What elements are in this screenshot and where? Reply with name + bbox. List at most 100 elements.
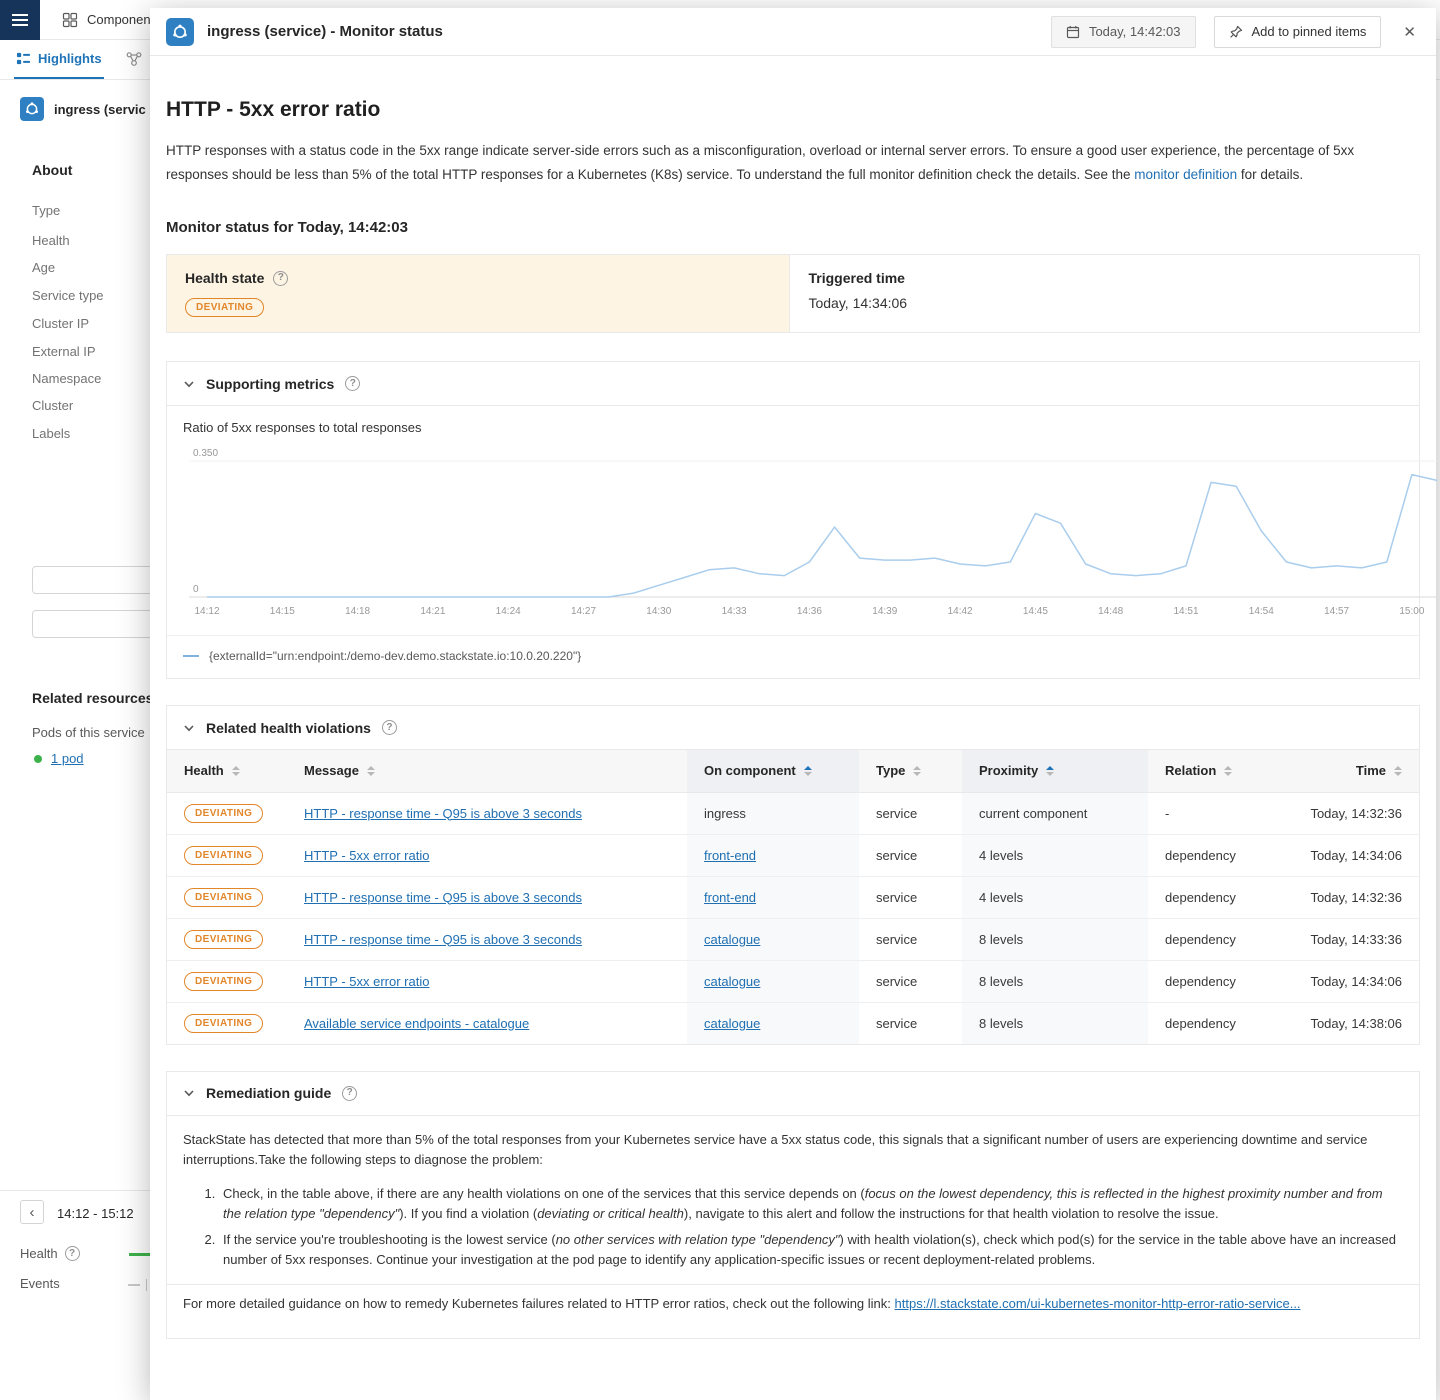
component-link[interactable]: catalogue — [704, 974, 760, 989]
column-header-message[interactable]: Message — [287, 750, 687, 792]
column-header-relation[interactable]: Relation — [1148, 750, 1266, 792]
metrics-line-chart: 0.350014:1214:1514:1814:2114:2414:2714:3… — [183, 445, 1437, 625]
svg-text:14:36: 14:36 — [797, 606, 822, 617]
health-cell: DEVIATING — [167, 918, 287, 960]
help-icon[interactable]: ? — [345, 376, 360, 391]
deviating-badge: DEVIATING — [184, 846, 263, 865]
column-header-type[interactable]: Type — [859, 750, 962, 792]
monitor-definition-link[interactable]: monitor definition — [1134, 167, 1237, 182]
chart-legend: {externalId="urn:endpoint:/demo-dev.demo… — [167, 635, 1419, 678]
related-violations-header[interactable]: Related health violations ? — [167, 706, 1419, 750]
component-title: ingress (servic — [54, 102, 146, 117]
component-link[interactable]: catalogue — [704, 932, 760, 947]
time-cell: Today, 14:34:06 — [1266, 960, 1419, 1002]
field-label-health: Health — [32, 233, 70, 248]
legend-line-swatch — [183, 655, 199, 657]
triggered-time-label: Triggered time — [808, 270, 907, 286]
component-cell: front-end — [687, 834, 859, 876]
tab-highlights[interactable]: Highlights — [14, 40, 104, 79]
table-header-row: Health Message On component Type Proximi… — [167, 750, 1419, 792]
time-cell: Today, 14:32:36 — [1266, 876, 1419, 918]
health-state-cell: Health state ? DEVIATING — [167, 255, 790, 332]
svg-text:14:15: 14:15 — [270, 606, 295, 617]
component-cell: catalogue — [687, 1002, 859, 1044]
chevron-down-icon — [183, 722, 195, 734]
remediation-doc-link[interactable]: https://l.stackstate.com/ui-kubernetes-m… — [895, 1296, 1301, 1311]
description-text-tail: for details. — [1237, 167, 1303, 182]
sort-icon — [1224, 766, 1232, 776]
violation-message-link[interactable]: HTTP - response time - Q95 is above 3 se… — [304, 890, 582, 905]
health-cell: DEVIATING — [167, 834, 287, 876]
remediation-step-2: If the service you're troubleshooting is… — [219, 1230, 1403, 1270]
remediation-steps: Check, in the table above, if there are … — [183, 1184, 1403, 1270]
column-header-time[interactable]: Time — [1266, 750, 1419, 792]
help-icon[interactable]: ? — [382, 720, 397, 735]
svg-text:0: 0 — [193, 584, 199, 595]
table-row: DEVIATING HTTP - response time - Q95 is … — [167, 918, 1419, 960]
remediation-section: Remediation guide ? StackState has detec… — [166, 1071, 1420, 1339]
modal-header: ingress (service) - Monitor status Today… — [150, 8, 1436, 56]
pod-link[interactable]: 1 pod — [51, 751, 84, 766]
remediation-header[interactable]: Remediation guide ? — [167, 1072, 1419, 1116]
column-header-proximity[interactable]: Proximity — [962, 750, 1148, 792]
table-row: DEVIATING HTTP - 5xx error ratio front-e… — [167, 834, 1419, 876]
svg-text:14:54: 14:54 — [1249, 606, 1274, 617]
violation-message-link[interactable]: HTTP - 5xx error ratio — [304, 848, 429, 863]
field-label-labels: Labels — [32, 426, 70, 441]
proximity-cell: 8 levels — [962, 960, 1148, 1002]
close-icon[interactable]: ✕ — [1399, 19, 1420, 45]
components-nav[interactable]: Components — [62, 12, 161, 28]
triggered-time-cell: Triggered time Today, 14:34:06 — [790, 255, 925, 332]
component-cell: catalogue — [687, 960, 859, 1002]
sort-icon — [1394, 766, 1402, 776]
violation-message-link[interactable]: Available service endpoints - catalogue — [304, 1016, 529, 1031]
svg-text:14:42: 14:42 — [948, 606, 973, 617]
triggered-time-value: Today, 14:34:06 — [808, 295, 907, 311]
supporting-metrics-header[interactable]: Supporting metrics ? — [167, 362, 1419, 406]
deviating-badge: DEVIATING — [184, 930, 263, 949]
field-label-service-type: Service type — [32, 288, 104, 303]
deviating-badge: DEVIATING — [184, 972, 263, 991]
relation-cell: - — [1148, 792, 1266, 834]
component-link[interactable]: front-end — [704, 848, 756, 863]
violation-message-link[interactable]: HTTP - response time - Q95 is above 3 se… — [304, 932, 582, 947]
component-link[interactable]: catalogue — [704, 1016, 760, 1031]
violation-message-link[interactable]: HTTP - response time - Q95 is above 3 se… — [304, 806, 582, 821]
message-cell: HTTP - 5xx error ratio — [287, 834, 687, 876]
calendar-icon — [1066, 25, 1080, 39]
relation-cell: dependency — [1148, 960, 1266, 1002]
timeline-prev-button[interactable]: ‹ — [20, 1200, 44, 1224]
chevron-down-icon — [183, 378, 195, 390]
message-cell: Available service endpoints - catalogue — [287, 1002, 687, 1044]
component-link[interactable]: front-end — [704, 890, 756, 905]
column-header-on-component[interactable]: On component — [687, 750, 859, 792]
component-header[interactable]: ingress (servic — [20, 97, 146, 121]
datetime-picker-button[interactable]: Today, 14:42:03 — [1051, 16, 1196, 48]
add-to-pinned-label: Add to pinned items — [1252, 24, 1367, 39]
svg-text:14:12: 14:12 — [194, 606, 219, 617]
tab-topology[interactable] — [124, 40, 144, 79]
deviating-badge: DEVIATING — [184, 1014, 263, 1033]
legend-label: {externalId="urn:endpoint:/demo-dev.demo… — [209, 649, 581, 663]
remediation-divider — [167, 1284, 1419, 1285]
help-icon[interactable]: ? — [342, 1086, 357, 1101]
monitor-title: HTTP - 5xx error ratio — [166, 98, 1420, 122]
column-header-health[interactable]: Health — [167, 750, 287, 792]
svg-text:14:24: 14:24 — [496, 606, 521, 617]
type-cell: service — [859, 918, 962, 960]
add-to-pinned-button[interactable]: Add to pinned items — [1214, 16, 1382, 48]
field-label-cluster-ip: Cluster IP — [32, 316, 89, 331]
type-cell: service — [859, 876, 962, 918]
hamburger-menu-button[interactable] — [0, 0, 40, 40]
component-cell: front-end — [687, 876, 859, 918]
health-timeline-bar — [129, 1253, 150, 1256]
help-icon[interactable]: ? — [65, 1246, 80, 1261]
remediation-footer: For more detailed guidance on how to rem… — [183, 1294, 1403, 1338]
event-mark-tick — [146, 1279, 147, 1291]
violation-message-link[interactable]: HTTP - 5xx error ratio — [304, 974, 429, 989]
time-cell: Today, 14:33:36 — [1266, 918, 1419, 960]
help-icon[interactable]: ? — [273, 271, 288, 286]
svg-text:14:39: 14:39 — [872, 606, 897, 617]
proximity-cell: current component — [962, 792, 1148, 834]
health-cell: DEVIATING — [167, 792, 287, 834]
